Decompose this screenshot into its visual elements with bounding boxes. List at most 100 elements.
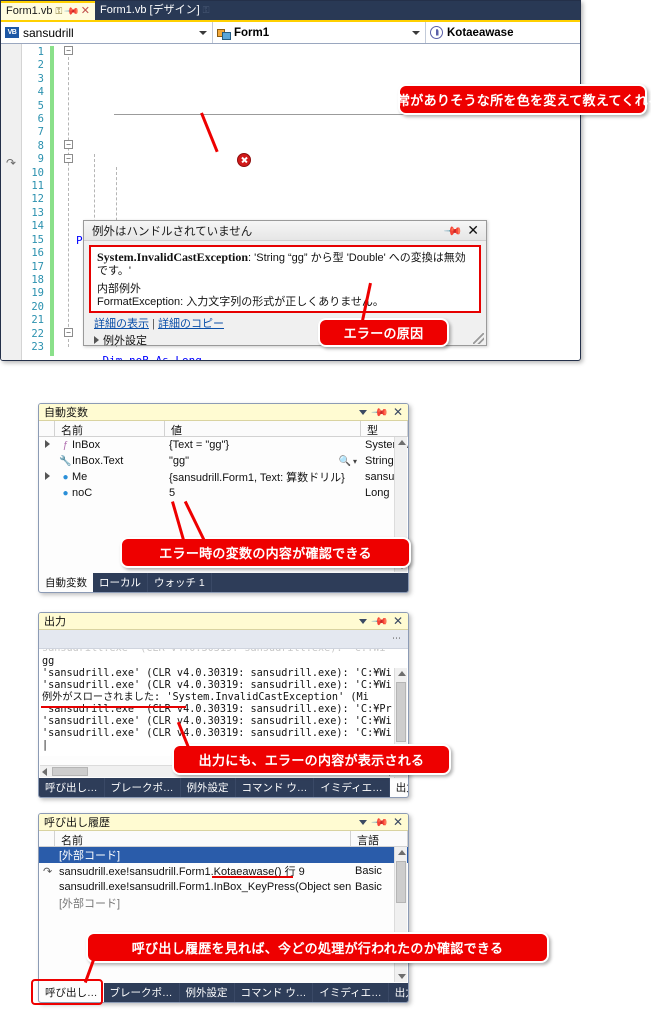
variable-name: InBox.Text xyxy=(72,455,124,467)
output-text-area[interactable]: sansudrill.exe' (CLR v4.0.30319: sansudr… xyxy=(39,649,408,756)
tab-label: コマンド ウ… xyxy=(240,987,307,999)
table-row[interactable]: [外部コード] xyxy=(39,847,408,863)
close-icon[interactable]: ✕ xyxy=(393,614,403,628)
tab-immediate-window[interactable]: イミディエ… xyxy=(313,983,389,1002)
table-row[interactable]: [外部コード] xyxy=(39,895,408,911)
outline-toggle[interactable]: − xyxy=(64,46,73,55)
scrollbar-thumb[interactable] xyxy=(396,682,406,742)
output-line: sansudrill.exe' (CLR v4.0.30319: sansudr… xyxy=(39,649,385,655)
chevron-down-icon[interactable] xyxy=(359,819,368,825)
table-row[interactable]: sansudrill.exe!sansudrill.Form1.InBox_Ke… xyxy=(39,879,408,895)
table-row[interactable]: ↷ sansudrill.exe!sansudrill.Form1.Kotaea… xyxy=(39,863,408,879)
form-icon xyxy=(217,27,231,40)
callstack-rows: [外部コード] ↷ sansudrill.exe!sansudrill.Form… xyxy=(39,847,408,911)
tab-label: イミディエ… xyxy=(319,987,382,999)
tab-exception-settings[interactable]: 例外設定 xyxy=(180,983,235,1002)
indicator-margin: ↷ xyxy=(1,44,22,360)
scroll-left-icon[interactable] xyxy=(42,768,47,776)
tab-autos[interactable]: 自動変数 xyxy=(39,573,93,592)
autos-titlebar: 自動変数 📌 ✕ xyxy=(39,404,408,421)
tab-locals[interactable]: ローカル xyxy=(93,573,148,592)
outline-toggle[interactable]: − xyxy=(64,328,73,337)
column-header-type[interactable]: 型 xyxy=(361,421,408,436)
project-combo[interactable]: VB sansudrill xyxy=(1,22,213,43)
tab-breakpoints[interactable]: ブレークポ… xyxy=(104,983,180,1002)
editor-tabstrip: Form1.vb ⚿ 📌 ✕ Form1.vb [デザイン] ⚿ xyxy=(1,1,580,20)
line-number: 4 xyxy=(37,86,44,99)
column-header-name[interactable]: 名前 xyxy=(55,831,351,846)
exception-type: System.InvalidCastException xyxy=(97,250,249,264)
scrollbar-thumb[interactable] xyxy=(52,767,88,776)
callout-callstack: 呼び出し履歴を見れば、今どの処理が行われたのか確認できる xyxy=(86,932,549,963)
tab-command-window[interactable]: コマンド ウ… xyxy=(235,983,314,1002)
search-icon[interactable]: 🔍 xyxy=(339,456,351,467)
table-row[interactable]: ● Me {sansudrill.Form1, Text: 算数ドリル} sans… xyxy=(39,469,408,485)
line-number: 22 xyxy=(31,327,44,340)
close-icon[interactable]: ✕ xyxy=(393,815,403,829)
table-row[interactable]: 🔧InBox.Text "gg" 🔍 ▾ String xyxy=(39,453,408,469)
line-number: 15 xyxy=(31,233,44,246)
line-number-margin: 1 2 3 4 5 6 7 8 9 10 11 12 13 14 15 16 1… xyxy=(22,44,48,360)
code-line: Dim noB As Long xyxy=(76,354,202,361)
chevron-down-icon[interactable]: ▾ xyxy=(353,457,357,466)
copy-details-link[interactable]: 詳細のコピー xyxy=(158,318,224,330)
tab-label: ウォッチ 1 xyxy=(154,577,205,589)
line-number: 1 xyxy=(37,46,44,58)
scroll-up-icon[interactable] xyxy=(398,671,406,676)
tab-command-window[interactable]: コマンド ウ… xyxy=(236,778,315,797)
column-header-value[interactable]: 値 xyxy=(165,421,361,436)
expander-icon[interactable] xyxy=(45,440,50,448)
scroll-up-icon[interactable] xyxy=(398,440,406,445)
close-icon[interactable]: ✕ xyxy=(467,222,479,239)
red-underline xyxy=(41,706,186,708)
field-icon: ƒ xyxy=(62,440,69,451)
callstack-window: 呼び出し履歴 📌 ✕ 名前 言語 [外部コード] ↷ sansudrill.ex… xyxy=(38,813,409,1003)
chevron-down-icon[interactable] xyxy=(359,618,368,624)
tab-form1-vb[interactable]: Form1.vb ⚿ 📌 ✕ xyxy=(1,1,95,20)
scroll-down-icon[interactable] xyxy=(398,974,406,979)
pin-icon[interactable]: 📌 xyxy=(64,3,81,20)
tab-immediate-window[interactable]: イミディエ… xyxy=(314,778,390,797)
tab-output[interactable]: 出力 xyxy=(389,983,408,1002)
close-icon[interactable]: ✕ xyxy=(393,405,403,419)
table-row[interactable]: ƒ InBox {Text = "gg"} System.\ xyxy=(39,437,408,453)
outline-toggle[interactable]: − xyxy=(64,140,73,149)
tab-watch1[interactable]: ウォッチ 1 xyxy=(148,573,212,592)
pin-icon[interactable]: 📌 xyxy=(371,613,390,630)
callstack-arrow-icon: ↷ xyxy=(6,156,17,170)
expander-icon[interactable] xyxy=(45,472,50,480)
variable-value: {Text = "gg"} xyxy=(169,439,230,451)
pin-icon[interactable]: 📌 xyxy=(371,814,390,831)
resize-grip[interactable] xyxy=(473,333,484,344)
outline-toggle[interactable]: − xyxy=(64,154,73,163)
tab-breakpoints[interactable]: ブレークポ… xyxy=(105,778,181,797)
variable-name: noC xyxy=(72,487,93,499)
output-toolbar[interactable]: ⋯ xyxy=(39,630,408,649)
callout-syntax-color: 異常がありそうな所を色を変えて教えてくれる xyxy=(384,84,651,115)
class-combo[interactable]: Form1 xyxy=(213,22,426,43)
scroll-up-icon[interactable] xyxy=(398,850,406,855)
chevron-down-icon[interactable] xyxy=(359,409,368,415)
close-icon[interactable]: ✕ xyxy=(81,6,90,17)
tab-label: ブレークポ… xyxy=(109,987,173,999)
pin-icon[interactable]: 📌 xyxy=(444,220,464,240)
object-icon: ● xyxy=(62,472,69,483)
tab-form1-vb-design[interactable]: Form1.vb [デザイン] ⚿ xyxy=(95,1,214,20)
column-header-name[interactable]: 名前 xyxy=(55,421,165,436)
member-combo[interactable]: Kotaeawase xyxy=(426,22,580,43)
output-line: 'sansudrill.exe' (CLR v4.0.30319: sansud… xyxy=(42,680,392,691)
output-titlebar: 出力 📌 ✕ xyxy=(39,613,408,630)
toolbar-overflow-icon[interactable]: ⋯ xyxy=(392,633,402,644)
table-row[interactable]: ● noC 5 Long xyxy=(39,485,408,501)
tab-output[interactable]: 出力 xyxy=(389,778,408,797)
line-number: 14 xyxy=(31,220,44,233)
view-details-link[interactable]: 詳細の表示 xyxy=(94,318,149,330)
column-header-language[interactable]: 言語 xyxy=(351,831,408,846)
pin-icon[interactable]: 📌 xyxy=(371,404,390,421)
exception-error-icon[interactable] xyxy=(237,153,251,167)
scrollbar-thumb[interactable] xyxy=(396,861,406,903)
screenshot-root: Form1.vb ⚿ 📌 ✕ Form1.vb [デザイン] ⚿ VB sans… xyxy=(0,0,651,1013)
output-title: 出力 xyxy=(44,616,66,628)
tab-exception-settings[interactable]: 例外設定 xyxy=(181,778,236,797)
tab-callstack[interactable]: 呼び出し… xyxy=(39,778,105,797)
